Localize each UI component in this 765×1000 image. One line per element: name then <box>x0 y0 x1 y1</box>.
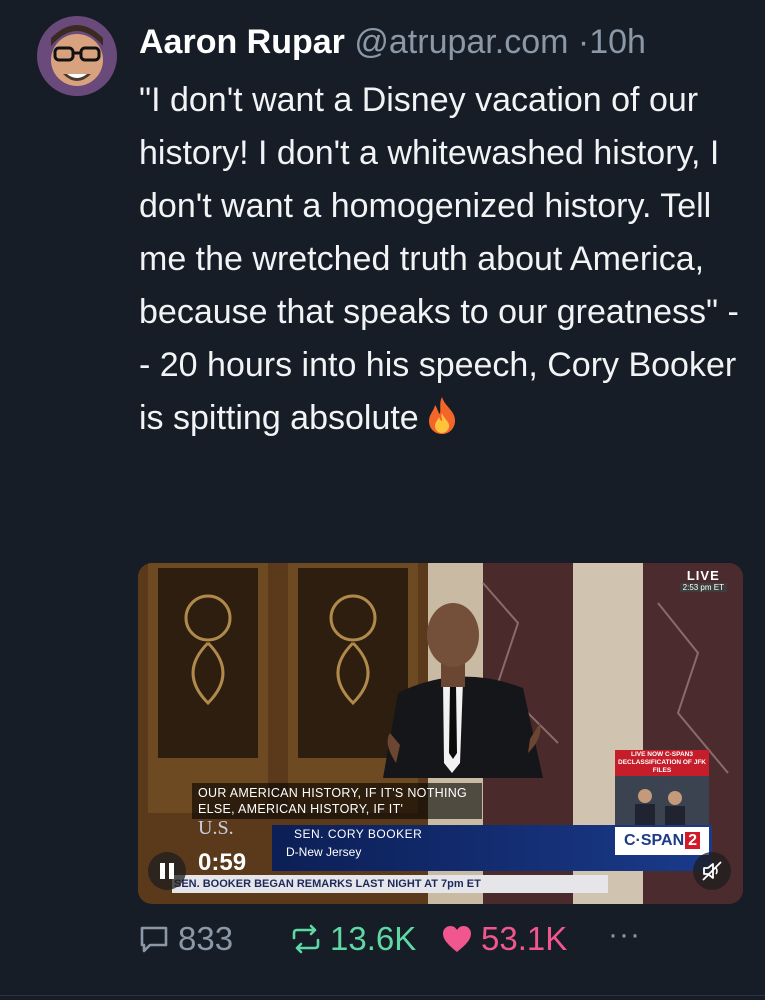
post-text: "I don't want a Disney vacation of our h… <box>139 81 739 437</box>
post-body: "I don't want a Disney vacation of our h… <box>139 74 749 451</box>
post-age[interactable]: 10h <box>589 23 646 61</box>
repost-button[interactable]: 13.6K <box>290 920 416 958</box>
live-now-thumbnail <box>615 776 709 831</box>
post-actions: 833 13.6K 53.1K ··· <box>138 918 758 970</box>
network-number: 2 <box>685 832 701 849</box>
more-options-button[interactable]: ··· <box>608 918 641 952</box>
network-name: C·SPAN <box>623 832 685 849</box>
live-time: 2:53 pm ET <box>679 583 727 592</box>
pause-icon <box>160 863 174 879</box>
divider <box>0 995 765 996</box>
live-label: LIVE <box>686 568 720 583</box>
repost-icon <box>292 924 320 954</box>
closed-caption: OUR AMERICAN HISTORY, IF IT'S NOTHING EL… <box>192 783 482 819</box>
heart-icon <box>443 926 471 952</box>
author-name[interactable]: Aaron Rupar <box>139 23 345 61</box>
more-icon: ··· <box>608 918 641 951</box>
live-indicator: LIVE 2:53 pm ET <box>679 568 727 592</box>
mute-button[interactable] <box>693 852 731 890</box>
pause-button[interactable] <box>148 852 186 890</box>
video-timer: 0:59 <box>198 849 247 876</box>
mute-icon <box>702 861 722 881</box>
cspan-logo: C·SPAN 2 <box>615 827 709 855</box>
us-senate-logo: U.S. <box>198 817 234 839</box>
repost-count: 13.6K <box>330 920 417 957</box>
like-button[interactable]: 53.1K <box>441 920 567 958</box>
live-now-label: LIVE NOW C-SPAN3 DECLASSIFICATION OF JFK… <box>615 750 709 776</box>
fire-icon <box>425 395 459 451</box>
author-avatar[interactable] <box>37 16 117 96</box>
author-handle[interactable]: @atrupar.com <box>354 23 568 61</box>
speaker-party: D-New Jersey <box>286 845 362 859</box>
reply-count: 833 <box>178 920 234 957</box>
news-ticker: SEN. BOOKER BEGAN REMARKS LAST NIGHT AT … <box>172 875 608 893</box>
speaker-name: SEN. CORY BOOKER <box>294 827 423 841</box>
meta-separator: · <box>577 23 590 61</box>
live-now-box: LIVE NOW C-SPAN3 DECLASSIFICATION OF JFK… <box>615 750 709 831</box>
like-count: 53.1K <box>481 920 568 957</box>
post-header: Aaron Rupar @atrupar.com ·10h <box>139 20 646 64</box>
video-player[interactable]: LIVE 2:53 pm ET LIVE NOW C-SPAN3 DECLASS… <box>138 563 743 904</box>
reply-button[interactable]: 833 <box>138 920 233 958</box>
reply-icon <box>140 926 168 953</box>
